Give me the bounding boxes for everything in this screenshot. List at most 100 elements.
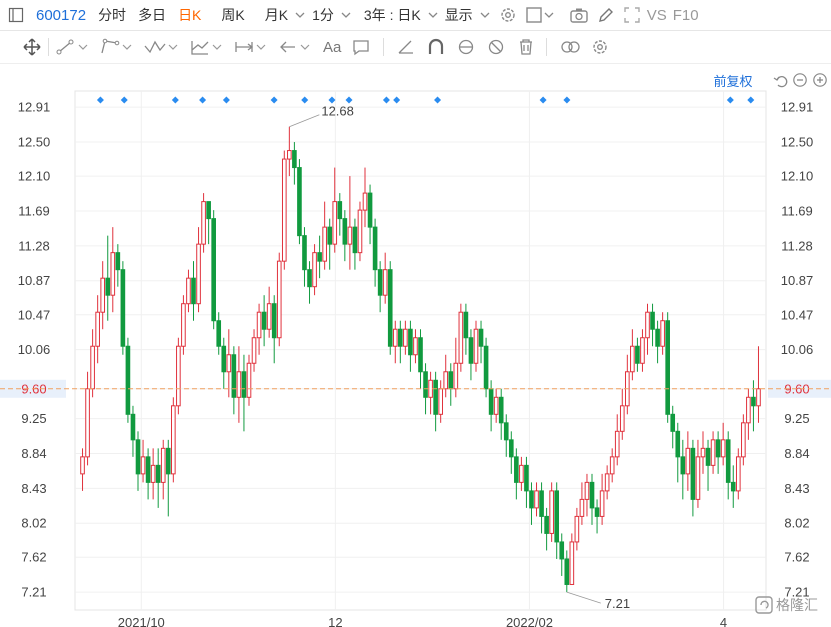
event-marker (345, 96, 353, 104)
camera-icon[interactable] (569, 6, 589, 24)
adjustment-mode[interactable]: 前复权 (713, 74, 752, 89)
y-tick-label-right: 7.62 (784, 550, 809, 565)
chevron-down-icon[interactable] (211, 42, 223, 52)
candle-body (302, 235, 307, 271)
chevron-down-icon[interactable] (340, 10, 352, 20)
x-tick-label: 4 (720, 615, 727, 627)
candle-body (251, 337, 257, 364)
zoom-out-icon[interactable] (793, 73, 807, 87)
move-icon[interactable] (22, 37, 42, 57)
chevron-down-icon[interactable] (167, 42, 179, 52)
candle-body (423, 371, 428, 398)
x-tick-label: 12 (328, 615, 342, 627)
arrow-tool-icon[interactable] (277, 38, 299, 56)
hide-drawings-icon[interactable] (486, 38, 506, 56)
candle-body (544, 515, 549, 534)
f10-button[interactable]: F10 (670, 7, 702, 24)
candle-body (347, 226, 353, 245)
lock-drawings-icon[interactable] (456, 38, 476, 56)
range-tool-icon[interactable] (233, 38, 255, 56)
chevron-down-icon[interactable] (121, 42, 133, 52)
tab-daily-k[interactable]: 日K (172, 5, 207, 25)
candle-body (715, 439, 721, 458)
candle-body (125, 345, 131, 415)
tab-intraday[interactable]: 分时 (92, 5, 132, 25)
tab-minute[interactable]: 1分 (306, 5, 340, 25)
candle-body (735, 456, 741, 492)
candle-body (140, 456, 146, 475)
pencil-icon[interactable] (597, 6, 615, 24)
ruler-icon[interactable] (396, 38, 416, 56)
compare-button[interactable]: VS (641, 7, 670, 24)
y-tick-label-left: 8.43 (21, 481, 46, 496)
chevron-down-icon[interactable] (77, 42, 89, 52)
y-tick-label-left: 11.69 (18, 203, 50, 218)
line-tool-icon[interactable] (55, 38, 77, 56)
square-icon[interactable] (525, 6, 543, 24)
candle-body (165, 447, 171, 475)
tab-monthly-k[interactable]: 月K (259, 5, 294, 25)
stock-code[interactable]: 600172 (30, 7, 92, 24)
chevron-down-icon[interactable] (543, 10, 555, 20)
chevron-down-icon[interactable] (255, 42, 267, 52)
candle-body (246, 362, 252, 398)
candle-body (655, 328, 660, 347)
chevron-down-icon[interactable] (427, 10, 439, 20)
candle-body (145, 456, 151, 483)
chevron-down-icon[interactable] (299, 42, 311, 52)
chevron-down-icon[interactable] (479, 10, 491, 20)
undo-icon[interactable] (773, 76, 788, 88)
y-tick-label-left: 8.84 (21, 446, 46, 461)
y-tick-label-right: 8.84 (784, 446, 809, 461)
zoom-in-icon[interactable] (813, 73, 827, 87)
candle-body (635, 345, 640, 364)
watermark-logo: 格隆汇 (755, 596, 818, 614)
candle-body (498, 396, 504, 424)
settings-icon[interactable] (591, 38, 609, 56)
candle-body (135, 439, 141, 475)
y-tick-label-right: 12.10 (781, 169, 814, 184)
candle-body (488, 388, 494, 415)
tab-multi-day[interactable]: 多日 (132, 5, 172, 25)
candlestick-chart[interactable]: 前复权 12.91 12.9112.50 12.5012.10 12.1011.69 1… (0, 63, 831, 627)
candle-body (120, 269, 126, 347)
candle-body (95, 311, 100, 347)
y-tick-label-left: 12.50 (18, 135, 51, 150)
candle-body (352, 226, 358, 254)
candle-body (458, 311, 464, 364)
magnet-icon[interactable] (426, 38, 446, 56)
candle-body (534, 490, 539, 509)
fullscreen-icon[interactable] (623, 6, 641, 24)
candle-body (297, 167, 302, 237)
candle-body (276, 260, 282, 339)
candle-body (443, 371, 449, 390)
candle-body (398, 328, 403, 347)
gear-icon[interactable] (499, 6, 517, 24)
range-select[interactable]: 3年 : 日K (358, 5, 427, 25)
candle-body (604, 473, 610, 492)
fibonacci-tool-icon[interactable] (189, 38, 211, 56)
text-tool-button[interactable]: Aa (323, 39, 341, 56)
tab-weekly-k[interactable]: 周K (215, 5, 250, 25)
candle-body (408, 328, 413, 356)
link-icon[interactable] (559, 38, 583, 56)
candle-body (342, 218, 348, 245)
display-menu[interactable]: 显示 (439, 5, 479, 25)
event-marker (747, 96, 755, 104)
comment-icon[interactable] (351, 38, 371, 56)
svg-text:格隆汇: 格隆汇 (776, 597, 818, 613)
chevron-down-icon[interactable] (294, 10, 306, 20)
event-marker (328, 96, 336, 104)
wave-tool-icon[interactable] (143, 38, 167, 56)
candle-body (367, 192, 373, 228)
candle-body (640, 337, 645, 364)
candle-body (231, 354, 237, 398)
candle-body (271, 303, 277, 339)
event-marker (382, 96, 390, 104)
candle-body (463, 311, 469, 339)
trash-icon[interactable] (516, 38, 536, 56)
y-tick-label-right: 8.02 (784, 516, 809, 531)
channel-tool-icon[interactable] (99, 38, 121, 56)
candle-body (105, 277, 111, 296)
sidebar-toggle-icon[interactable] (8, 7, 24, 23)
